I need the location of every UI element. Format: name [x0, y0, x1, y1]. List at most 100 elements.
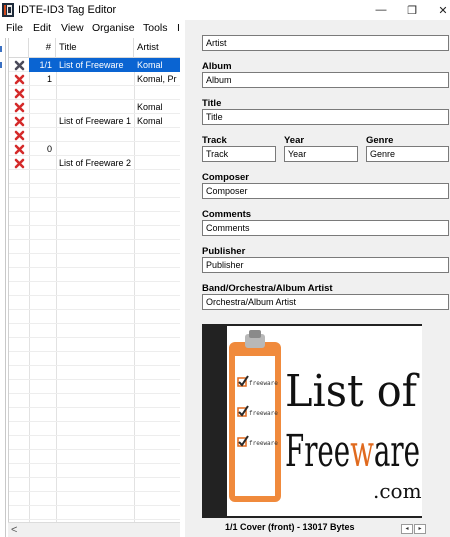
- track-number-cell: [29, 156, 56, 170]
- column-header-icon[interactable]: [9, 38, 29, 58]
- svg-text:Freeware: Freeware: [285, 426, 420, 477]
- remove-x-icon[interactable]: [14, 116, 25, 127]
- artist-cell: Komal: [137, 102, 163, 112]
- empty-row: [9, 268, 180, 282]
- window-title: IDTE-ID3 Tag Editor: [18, 4, 117, 16]
- checklist-item-2: freeware: [249, 410, 278, 417]
- band-label: Band/Orchestra/Album Artist: [202, 283, 333, 294]
- close-icon[interactable]: ✕: [428, 1, 450, 19]
- checklist-item-3: freeware: [249, 440, 278, 447]
- track-field[interactable]: Track: [202, 146, 276, 162]
- table-row[interactable]: [9, 86, 180, 100]
- track-number-cell: 1/1: [29, 58, 56, 72]
- empty-row: [9, 394, 180, 408]
- track-label: Track: [202, 135, 227, 146]
- next-cover-button[interactable]: ▸: [414, 524, 426, 534]
- title-cell: [56, 72, 134, 86]
- cover-art-image: freeware freeware freeware List of Freew…: [227, 326, 422, 516]
- logo-accent-letter: w: [350, 426, 374, 477]
- composer-label: Composer: [202, 172, 249, 183]
- artist-cell: [134, 156, 180, 170]
- previous-cover-button[interactable]: ◂: [401, 524, 413, 534]
- track-number-cell: [29, 128, 56, 142]
- table-row[interactable]: [9, 128, 180, 142]
- menu-tools[interactable]: Tools: [143, 22, 168, 34]
- table-row[interactable]: Komal: [9, 100, 180, 114]
- table-row[interactable]: List of Freeware 2: [9, 156, 180, 170]
- column-header-number[interactable]: #: [29, 38, 56, 58]
- comments-field[interactable]: Comments: [202, 220, 449, 236]
- empty-row: [9, 338, 180, 352]
- composer-field[interactable]: Composer: [202, 183, 449, 199]
- track-number-cell: 0: [46, 144, 52, 154]
- minimize-icon[interactable]: —: [366, 1, 396, 19]
- tree-marker: [0, 62, 2, 68]
- remove-x-icon[interactable]: [14, 88, 25, 99]
- genre-label: Genre: [366, 135, 394, 146]
- track-grid[interactable]: # Title Artist 1/1 List of Freeware Komal 1…: [8, 38, 180, 522]
- tag-editor-panel: Artist Album Album Title Title Track Tra…: [185, 20, 450, 537]
- table-row[interactable]: List of Freeware 1 Komal: [9, 114, 180, 128]
- menu-view[interactable]: View: [61, 22, 84, 34]
- title-cell: List of Freeware 1: [59, 116, 132, 126]
- year-field[interactable]: Year: [284, 146, 358, 162]
- title-label: Title: [202, 98, 222, 109]
- logo-line-1: List of: [285, 366, 420, 417]
- artist-field[interactable]: Artist: [202, 35, 449, 51]
- empty-row: [9, 324, 180, 338]
- empty-row: [9, 506, 180, 520]
- track-number-cell: [29, 100, 56, 114]
- album-field[interactable]: Album: [202, 72, 449, 88]
- empty-row: [9, 170, 180, 184]
- publisher-field[interactable]: Publisher: [202, 257, 449, 273]
- remove-x-icon[interactable]: [14, 102, 25, 113]
- title-field[interactable]: Title: [202, 109, 449, 125]
- empty-row: [9, 352, 180, 366]
- remove-x-icon-selected[interactable]: [14, 60, 25, 71]
- checklist-item-1: freeware: [249, 380, 278, 387]
- empty-row: [9, 282, 180, 296]
- title-bar: IDTE-ID3 Tag Editor — ❐ ✕: [0, 0, 450, 20]
- horizontal-scrollbar[interactable]: <: [8, 522, 180, 537]
- remove-x-icon[interactable]: [14, 144, 25, 155]
- genre-field[interactable]: Genre: [366, 146, 449, 162]
- remove-x-icon[interactable]: [14, 130, 25, 141]
- title-cell: List of Freeware 2: [59, 158, 132, 168]
- column-header-title[interactable]: Title: [56, 38, 134, 58]
- table-row[interactable]: 0: [9, 142, 180, 156]
- logo-line-2-pre: Free: [285, 426, 350, 477]
- column-header-artist[interactable]: Artist: [134, 38, 180, 58]
- artist-cell: Komal, Pr: [137, 74, 177, 84]
- tree-marker: [0, 46, 2, 52]
- band-field[interactable]: Orchestra/Album Artist: [202, 294, 449, 310]
- empty-row: [9, 478, 180, 492]
- title-cell: [56, 142, 134, 156]
- table-row[interactable]: 1 Komal, Pr: [9, 72, 180, 86]
- album-label: Album: [202, 61, 232, 72]
- menu-file[interactable]: File: [6, 22, 23, 34]
- title-cell: [56, 86, 134, 100]
- artist-cell: Komal: [134, 58, 180, 72]
- empty-row: [9, 296, 180, 310]
- logo-line-3: .com: [373, 479, 422, 503]
- track-list-panel: # Title Artist 1/1 List of Freeware Komal 1…: [0, 38, 180, 537]
- scroll-left-icon[interactable]: <: [11, 524, 17, 536]
- maximize-icon[interactable]: ❐: [397, 1, 427, 19]
- cover-art-frame[interactable]: freeware freeware freeware List of Freew…: [202, 324, 422, 518]
- title-cell: List of Freeware: [56, 58, 134, 72]
- table-row[interactable]: 1/1 List of Freeware Komal: [9, 58, 180, 72]
- menu-organise[interactable]: Organise: [92, 22, 135, 34]
- empty-row: [9, 492, 180, 506]
- empty-row: [9, 240, 180, 254]
- empty-row: [9, 380, 180, 394]
- artist-cell: [134, 128, 180, 142]
- remove-x-icon[interactable]: [14, 74, 25, 85]
- track-number-cell: 1: [46, 74, 52, 84]
- menu-more[interactable]: I: [177, 22, 180, 34]
- app-icon: [2, 3, 14, 17]
- title-cell: [56, 100, 134, 114]
- empty-row: [9, 226, 180, 240]
- menu-edit[interactable]: Edit: [33, 22, 51, 34]
- empty-row: [9, 254, 180, 268]
- remove-x-icon[interactable]: [14, 158, 25, 169]
